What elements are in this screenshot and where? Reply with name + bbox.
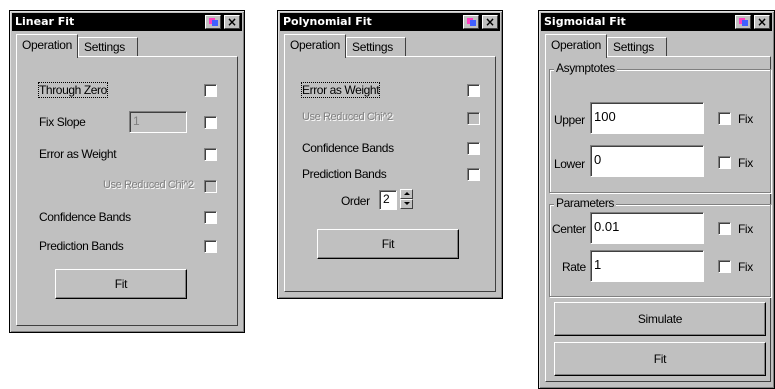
sigmoidal-fit-titlebar[interactable]: Sigmoidal Fit ×: [541, 13, 772, 31]
use-reduced-chi2-checkbox[interactable]: [467, 112, 480, 125]
linear-fit-window: Linear Fit × Operation Settings Through …: [9, 10, 245, 333]
center-fix-checkbox[interactable]: [718, 222, 731, 235]
simulate-button[interactable]: Simulate: [554, 302, 766, 336]
operation-panel: Through Zero Fix Slope 1 Error as Weight…: [16, 56, 238, 326]
tab-settings[interactable]: Settings: [346, 37, 406, 57]
lower-fix-checkbox[interactable]: [718, 156, 731, 169]
prediction-bands-checkbox[interactable]: [467, 168, 480, 181]
palette-icon[interactable]: [463, 15, 479, 29]
error-as-weight-checkbox[interactable]: [204, 148, 217, 161]
tab-operation[interactable]: Operation: [545, 34, 607, 58]
window-title: Sigmoidal Fit: [544, 15, 626, 28]
parameters-group-title: Parameters: [554, 196, 617, 210]
close-icon[interactable]: ×: [482, 15, 498, 29]
close-icon[interactable]: ×: [224, 15, 240, 29]
asymptotes-group-title: Asymptotes: [554, 61, 617, 75]
center-fix-label: Fix: [738, 222, 753, 236]
through-zero-label: Through Zero: [38, 82, 108, 98]
operation-panel: Asymptotes Upper 100 Fix Lower 0 Fix Par…: [545, 56, 771, 382]
upper-fix-checkbox[interactable]: [718, 112, 731, 125]
lower-label: Lower: [554, 157, 585, 171]
through-zero-checkbox[interactable]: [204, 84, 217, 97]
tab-operation[interactable]: Operation: [284, 34, 346, 58]
fit-button[interactable]: Fit: [317, 229, 459, 259]
rate-input[interactable]: 1: [590, 250, 704, 282]
confidence-bands-label: Confidence Bands: [39, 210, 131, 224]
rate-label: Rate: [562, 260, 586, 274]
error-as-weight-label: Error as Weight: [39, 147, 117, 161]
rate-fix-label: Fix: [738, 260, 753, 274]
window-title: Linear Fit: [15, 15, 75, 28]
use-reduced-chi2-label: Use Reduced Chi^2: [103, 179, 194, 191]
prediction-bands-label: Prediction Bands: [39, 239, 124, 253]
tab-operation[interactable]: Operation: [16, 34, 78, 58]
palette-icon[interactable]: [735, 15, 751, 29]
confidence-bands-checkbox[interactable]: [204, 211, 217, 224]
close-icon[interactable]: ×: [754, 15, 770, 29]
confidence-bands-checkbox[interactable]: [467, 142, 480, 155]
error-as-weight-checkbox[interactable]: [467, 84, 480, 97]
use-reduced-chi2-label: Use Reduced Chi^2: [302, 111, 393, 123]
palette-icon[interactable]: [205, 15, 221, 29]
sigmoidal-fit-window: Sigmoidal Fit × Operation Settings Asymp…: [538, 10, 775, 389]
center-label: Center: [552, 222, 586, 236]
order-label: Order: [341, 194, 370, 208]
spin-down-icon[interactable]: [400, 199, 413, 209]
operation-panel: Error as Weight Use Reduced Chi^2 Confid…: [284, 56, 496, 292]
rate-fix-checkbox[interactable]: [718, 260, 731, 273]
linear-fit-titlebar[interactable]: Linear Fit ×: [12, 13, 242, 31]
upper-input[interactable]: 100: [590, 102, 704, 134]
confidence-bands-label: Confidence Bands: [302, 141, 394, 155]
fit-button[interactable]: Fit: [554, 342, 766, 376]
fix-slope-checkbox[interactable]: [204, 116, 217, 129]
use-reduced-chi2-checkbox[interactable]: [204, 180, 217, 193]
window-title: Polynomial Fit: [283, 15, 372, 28]
error-as-weight-label: Error as Weight: [300, 82, 381, 98]
upper-fix-label: Fix: [738, 112, 753, 126]
spin-up-icon[interactable]: [400, 189, 413, 199]
prediction-bands-label: Prediction Bands: [302, 167, 387, 181]
prediction-bands-checkbox[interactable]: [204, 240, 217, 253]
polynomial-fit-window: Polynomial Fit × Operation Settings Erro…: [277, 10, 503, 299]
tab-settings[interactable]: Settings: [78, 37, 138, 57]
order-input[interactable]: 2: [379, 190, 397, 210]
lower-fix-label: Fix: [738, 156, 753, 170]
lower-input[interactable]: 0: [590, 145, 704, 177]
center-input[interactable]: 0.01: [590, 212, 704, 244]
fix-slope-input[interactable]: 1: [129, 111, 187, 133]
fix-slope-label: Fix Slope: [39, 115, 86, 129]
fit-button[interactable]: Fit: [55, 269, 187, 299]
tab-settings[interactable]: Settings: [607, 37, 667, 57]
upper-label: Upper: [554, 113, 585, 127]
order-spinner[interactable]: [400, 189, 413, 211]
polynomial-fit-titlebar[interactable]: Polynomial Fit ×: [280, 13, 500, 31]
